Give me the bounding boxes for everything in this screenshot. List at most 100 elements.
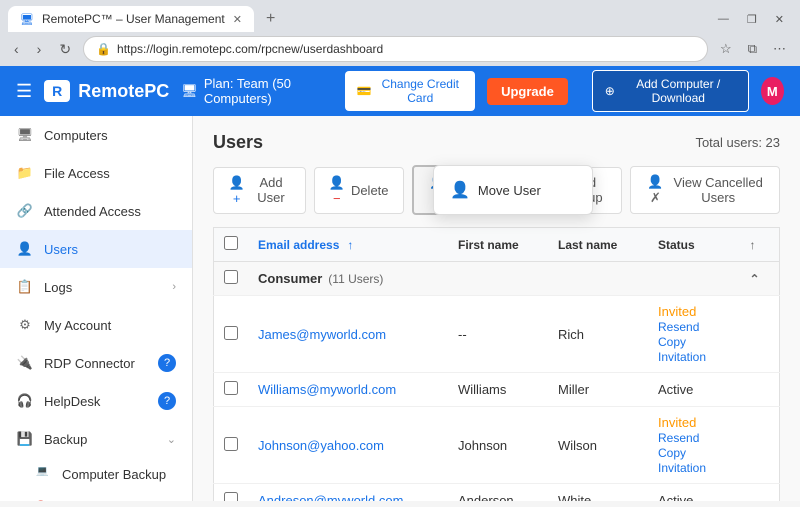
move-user-dropdown: 👤 Move User [433,165,593,215]
forward-button[interactable]: › [31,37,48,61]
lock-icon: 🔒 [96,42,111,56]
email-2[interactable]: Johnson@yahoo.com [258,438,384,453]
copy-2[interactable]: Copy Invitation [658,446,706,475]
delete-label: Delete [351,183,389,198]
row-checkbox-0[interactable] [224,326,238,340]
last-0: Rich [548,296,648,373]
sidebar-sub-item-google-workspace[interactable]: G Google Workspace [0,490,192,501]
helpdesk-badge: ? [158,392,176,410]
sidebar: 🖥 Computers 📁 File Access 🔗 Attended Acc… [0,116,193,501]
delete-button[interactable]: 👤− Delete [314,167,404,214]
sidebar-label-my-account: My Account [44,318,111,333]
firstname-column-header: First name [448,228,548,262]
resend-0[interactable]: Resend [658,320,699,334]
resend-2[interactable]: Resend [658,431,699,445]
back-button[interactable]: ‹ [8,37,25,61]
upload-icon[interactable]: ↑ [750,238,756,252]
move-user-dropdown-item[interactable]: 👤 Move User [434,170,592,210]
move-user-dropdown-icon: 👤 [450,180,470,200]
sidebar-label-google-workspace: Google Workspace [62,499,172,502]
view-cancelled-button[interactable]: 👤✗ View Cancelled Users [630,166,780,214]
upgrade-button[interactable]: Upgrade [487,78,568,105]
sidebar-sub-item-computer-backup[interactable]: 💻 Computer Backup [0,458,192,490]
sidebar-label-users: Users [44,242,78,257]
maximize-button[interactable]: ❐ [739,9,765,30]
address-bar[interactable]: 🔒 https://login.remotepc.com/rpcnew/user… [83,36,708,62]
url-text: https://login.remotepc.com/rpcnew/userda… [117,42,383,56]
logo-box: R [44,80,70,102]
users-table: Email address ↑ First name Last name Sta… [213,227,780,501]
users-icon: 👤 [16,240,34,258]
sidebar-item-computers[interactable]: 🖥 Computers [0,116,192,154]
helpdesk-icon: 🎧 [16,392,34,410]
sidebar-label-backup: Backup [44,432,87,447]
rdp-connector-icon: 🔌 [16,354,34,372]
add-user-icon: 👤+ [228,175,245,206]
tab-close-btn[interactable]: ✕ [233,13,242,26]
credit-card-icon: 💳 [357,84,372,98]
sidebar-label-computers: Computers [44,128,108,143]
row-checkbox-1[interactable] [224,381,238,395]
email-0[interactable]: James@myworld.com [258,327,386,342]
my-account-icon: ⚙ [16,316,34,334]
rdp-badge: ? [158,354,176,372]
first-3: Anderson [448,484,548,502]
email-column-header[interactable]: Email address ↑ [258,238,438,252]
delete-icon: 👤− [329,175,345,206]
row-checkbox-2[interactable] [224,437,238,451]
sidebar-item-backup[interactable]: 💾 Backup ⌄ [0,420,192,458]
select-all-checkbox[interactable] [224,236,238,250]
row-checkbox-3[interactable] [224,492,238,501]
email-1[interactable]: Williams@myworld.com [258,382,396,397]
user-avatar[interactable]: M [761,77,784,105]
add-computer-button[interactable]: ⊕ Add Computer / Download [592,70,749,112]
attended-access-icon: 🔗 [16,202,34,220]
browser-tab[interactable]: 🖥 RemotePC™ – User Management ✕ [8,6,254,32]
computers-icon: 🖥 [16,126,34,144]
group-name: Consumer [258,271,322,286]
change-credit-card-button[interactable]: 💳 Change Credit Card [345,71,476,111]
last-3: White [548,484,648,502]
sidebar-item-users[interactable]: 👤 Users [0,230,192,268]
first-0: -- [448,296,548,373]
bookmark-icon[interactable]: ☆ [714,37,738,61]
sidebar-item-helpdesk[interactable]: 🎧 HelpDesk ? [0,382,192,420]
backup-icon: 💾 [16,430,34,448]
new-tab-button[interactable]: + [258,6,283,32]
email-column-label: Email address [258,238,339,252]
table-row: James@myworld.com -- Rich Invited Resend… [214,296,780,373]
view-cancelled-label: View Cancelled Users [671,175,765,205]
status-0: Invited [658,304,696,319]
sidebar-item-rdp-connector[interactable]: 🔌 RDP Connector ? [0,344,192,382]
first-1: Williams [448,373,548,407]
app-header: ☰ R RemotePC 🖥 Plan: Team (50 Computers)… [0,66,800,116]
email-3[interactable]: Andreson@myworld.com [258,493,403,501]
menu-icon[interactable]: ⋯ [767,37,792,61]
backup-arrow-icon: ⌄ [167,433,176,446]
status-2: Invited [658,415,696,430]
sidebar-item-my-account[interactable]: ⚙ My Account [0,306,192,344]
reload-button[interactable]: ↻ [53,37,77,62]
view-cancelled-icon: 👤✗ [645,174,665,206]
close-button[interactable]: ✕ [767,9,792,30]
add-computer-label: Add Computer / Download [621,77,736,105]
group-checkbox[interactable] [224,270,238,284]
minimize-button[interactable]: — [710,9,737,30]
extensions-icon[interactable]: ⧉ [742,37,763,61]
logs-icon: 📋 [16,278,34,296]
table-row: Williams@myworld.com Williams Miller Act… [214,373,780,407]
sidebar-item-attended-access[interactable]: 🔗 Attended Access [0,192,192,230]
logo-text: R [52,83,62,99]
sidebar-item-logs[interactable]: 📋 Logs › [0,268,192,306]
tab-title: RemotePC™ – User Management [42,12,225,26]
plan-label: Plan: Team (50 Computers) [204,76,333,106]
sidebar-item-file-access[interactable]: 📁 File Access [0,154,192,192]
hamburger-menu[interactable]: ☰ [16,81,32,102]
content-header: Users Total users: 23 [213,132,780,153]
last-2: Wilson [548,407,648,484]
group-collapse-icon[interactable]: ⌃ [750,272,760,286]
tab-favicon: 🖥 [20,13,34,26]
copy-0[interactable]: Copy Invitation [658,335,706,364]
content-area: Users Total users: 23 👤+ Add User 👤− Del… [193,116,800,501]
add-user-button[interactable]: 👤+ Add User [213,167,306,214]
